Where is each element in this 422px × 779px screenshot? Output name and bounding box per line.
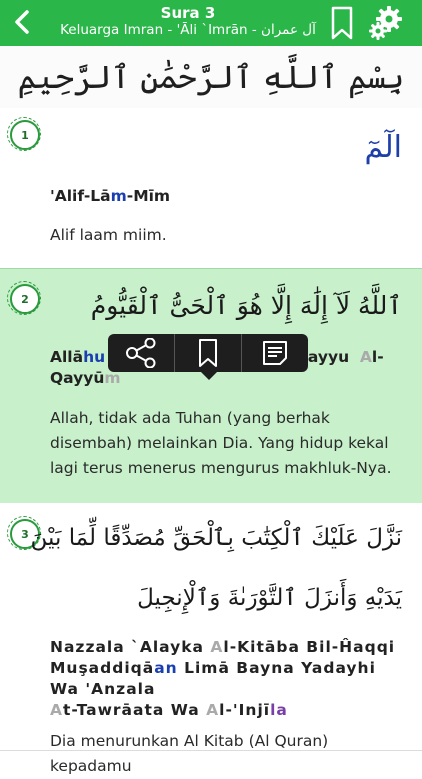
- verse-arabic-line: نَزَّلَ عَلَيْكَ ٱلْكِتَٰبَ بِٱلْحَقِّ م…: [30, 525, 402, 551]
- translit-part: Nazzala `Alayka: [50, 638, 211, 656]
- translit-part: l-'Injī: [219, 701, 271, 719]
- bookmark-icon: [199, 339, 217, 367]
- verse-item-selected[interactable]: 2 ٱللَّهُ لَآ إِلَٰهَ إِلَّا هُوَ ٱلْحَى…: [0, 268, 422, 504]
- translit-part: Qayyū: [50, 369, 105, 387]
- translit-part: an: [154, 659, 178, 677]
- share-icon: [126, 338, 156, 368]
- verse-arabic: ٱللَّهُ لَآ إِلَٰهَ إِلَّا هُوَ ٱلْحَىُّ…: [90, 291, 402, 320]
- translit-part: l-: [371, 348, 384, 366]
- verse-transliteration: Nazzala `Alayka Al-Kitāba Bil-Ĥaqqi Muşad…: [50, 637, 408, 721]
- bookmark-verse-button[interactable]: [175, 334, 242, 372]
- verse-transliteration: 'Alif-Lām-Mīm: [50, 186, 408, 207]
- verse-translation: Allah, tidak ada Tuhan (yang berhak dise…: [50, 409, 392, 477]
- verse-item[interactable]: 3 نَزَّلَ عَلَيْكَ ٱلْكِتَٰبَ بِٱلْحَقِّ…: [0, 503, 422, 775]
- sura-title: Sura 3: [160, 4, 216, 22]
- translit-part: Muşaddiqā: [50, 659, 155, 677]
- verse-action-popup: [108, 334, 308, 372]
- note-button[interactable]: [242, 334, 308, 372]
- verse-translation: Alif laam miim.: [50, 226, 167, 244]
- translit-part: A: [210, 638, 224, 656]
- share-button[interactable]: [108, 334, 175, 372]
- verse-item[interactable]: 1 الٓمٓ 'Alif-Lām-Mīm Alif laam miim.: [0, 108, 422, 269]
- translit-part: m: [110, 187, 127, 205]
- title-block: Sura 3 Keluarga Imran - 'Āli `Imrān - آل…: [50, 5, 326, 39]
- translit-part: A: [50, 701, 63, 719]
- verse-number-badge: 2: [7, 281, 41, 315]
- bismillah-banner: بِسْمِ ٱللَّهِ ٱلرَّحْمَٰنِ ٱلرَّحِيمِ: [0, 46, 422, 109]
- back-button[interactable]: [8, 6, 36, 38]
- chevron-left-icon: [15, 10, 29, 34]
- verse-number-badge: 1: [7, 117, 41, 151]
- translit-part: Allā: [50, 348, 84, 366]
- translit-part: -Mīm: [126, 187, 171, 205]
- sura-subtitle: Keluarga Imran - 'Āli `Imrān - آل عمران: [60, 22, 316, 38]
- translit-part: A: [206, 701, 220, 719]
- verse-arabic-line: يَدَيْهِ وَأَنزَلَ ٱلتَّوْرَىٰةَ وَٱلْإِ…: [137, 585, 402, 611]
- translit-part: hu: [83, 348, 106, 366]
- gear-icon: [369, 6, 402, 40]
- translit-part: la: [270, 701, 288, 719]
- note-icon: [263, 341, 287, 365]
- verse-translation: Dia menurunkan Al Kitab (Al Quran) kepad…: [50, 732, 329, 775]
- bookmark-icon: [331, 6, 353, 40]
- bookmark-button[interactable]: [331, 6, 355, 40]
- verse-arabic: الٓمٓ: [364, 130, 402, 165]
- translit-part: l-Kitāba Bil-Ĥaqqi: [223, 638, 396, 656]
- translit-part: t-Tawrāata Wa: [63, 701, 207, 719]
- bismillah-text: بِسْمِ ٱللَّهِ ٱلرَّحْمَٰنِ ٱلرَّحِيمِ: [17, 58, 405, 96]
- translit-part: 'Alif-Lā: [50, 187, 111, 205]
- settings-button[interactable]: [367, 5, 403, 41]
- top-bar: Sura 3 Keluarga Imran - 'Āli `Imrān - آل…: [0, 0, 422, 46]
- translit-part: A: [359, 348, 372, 366]
- popup-arrow: [201, 372, 217, 380]
